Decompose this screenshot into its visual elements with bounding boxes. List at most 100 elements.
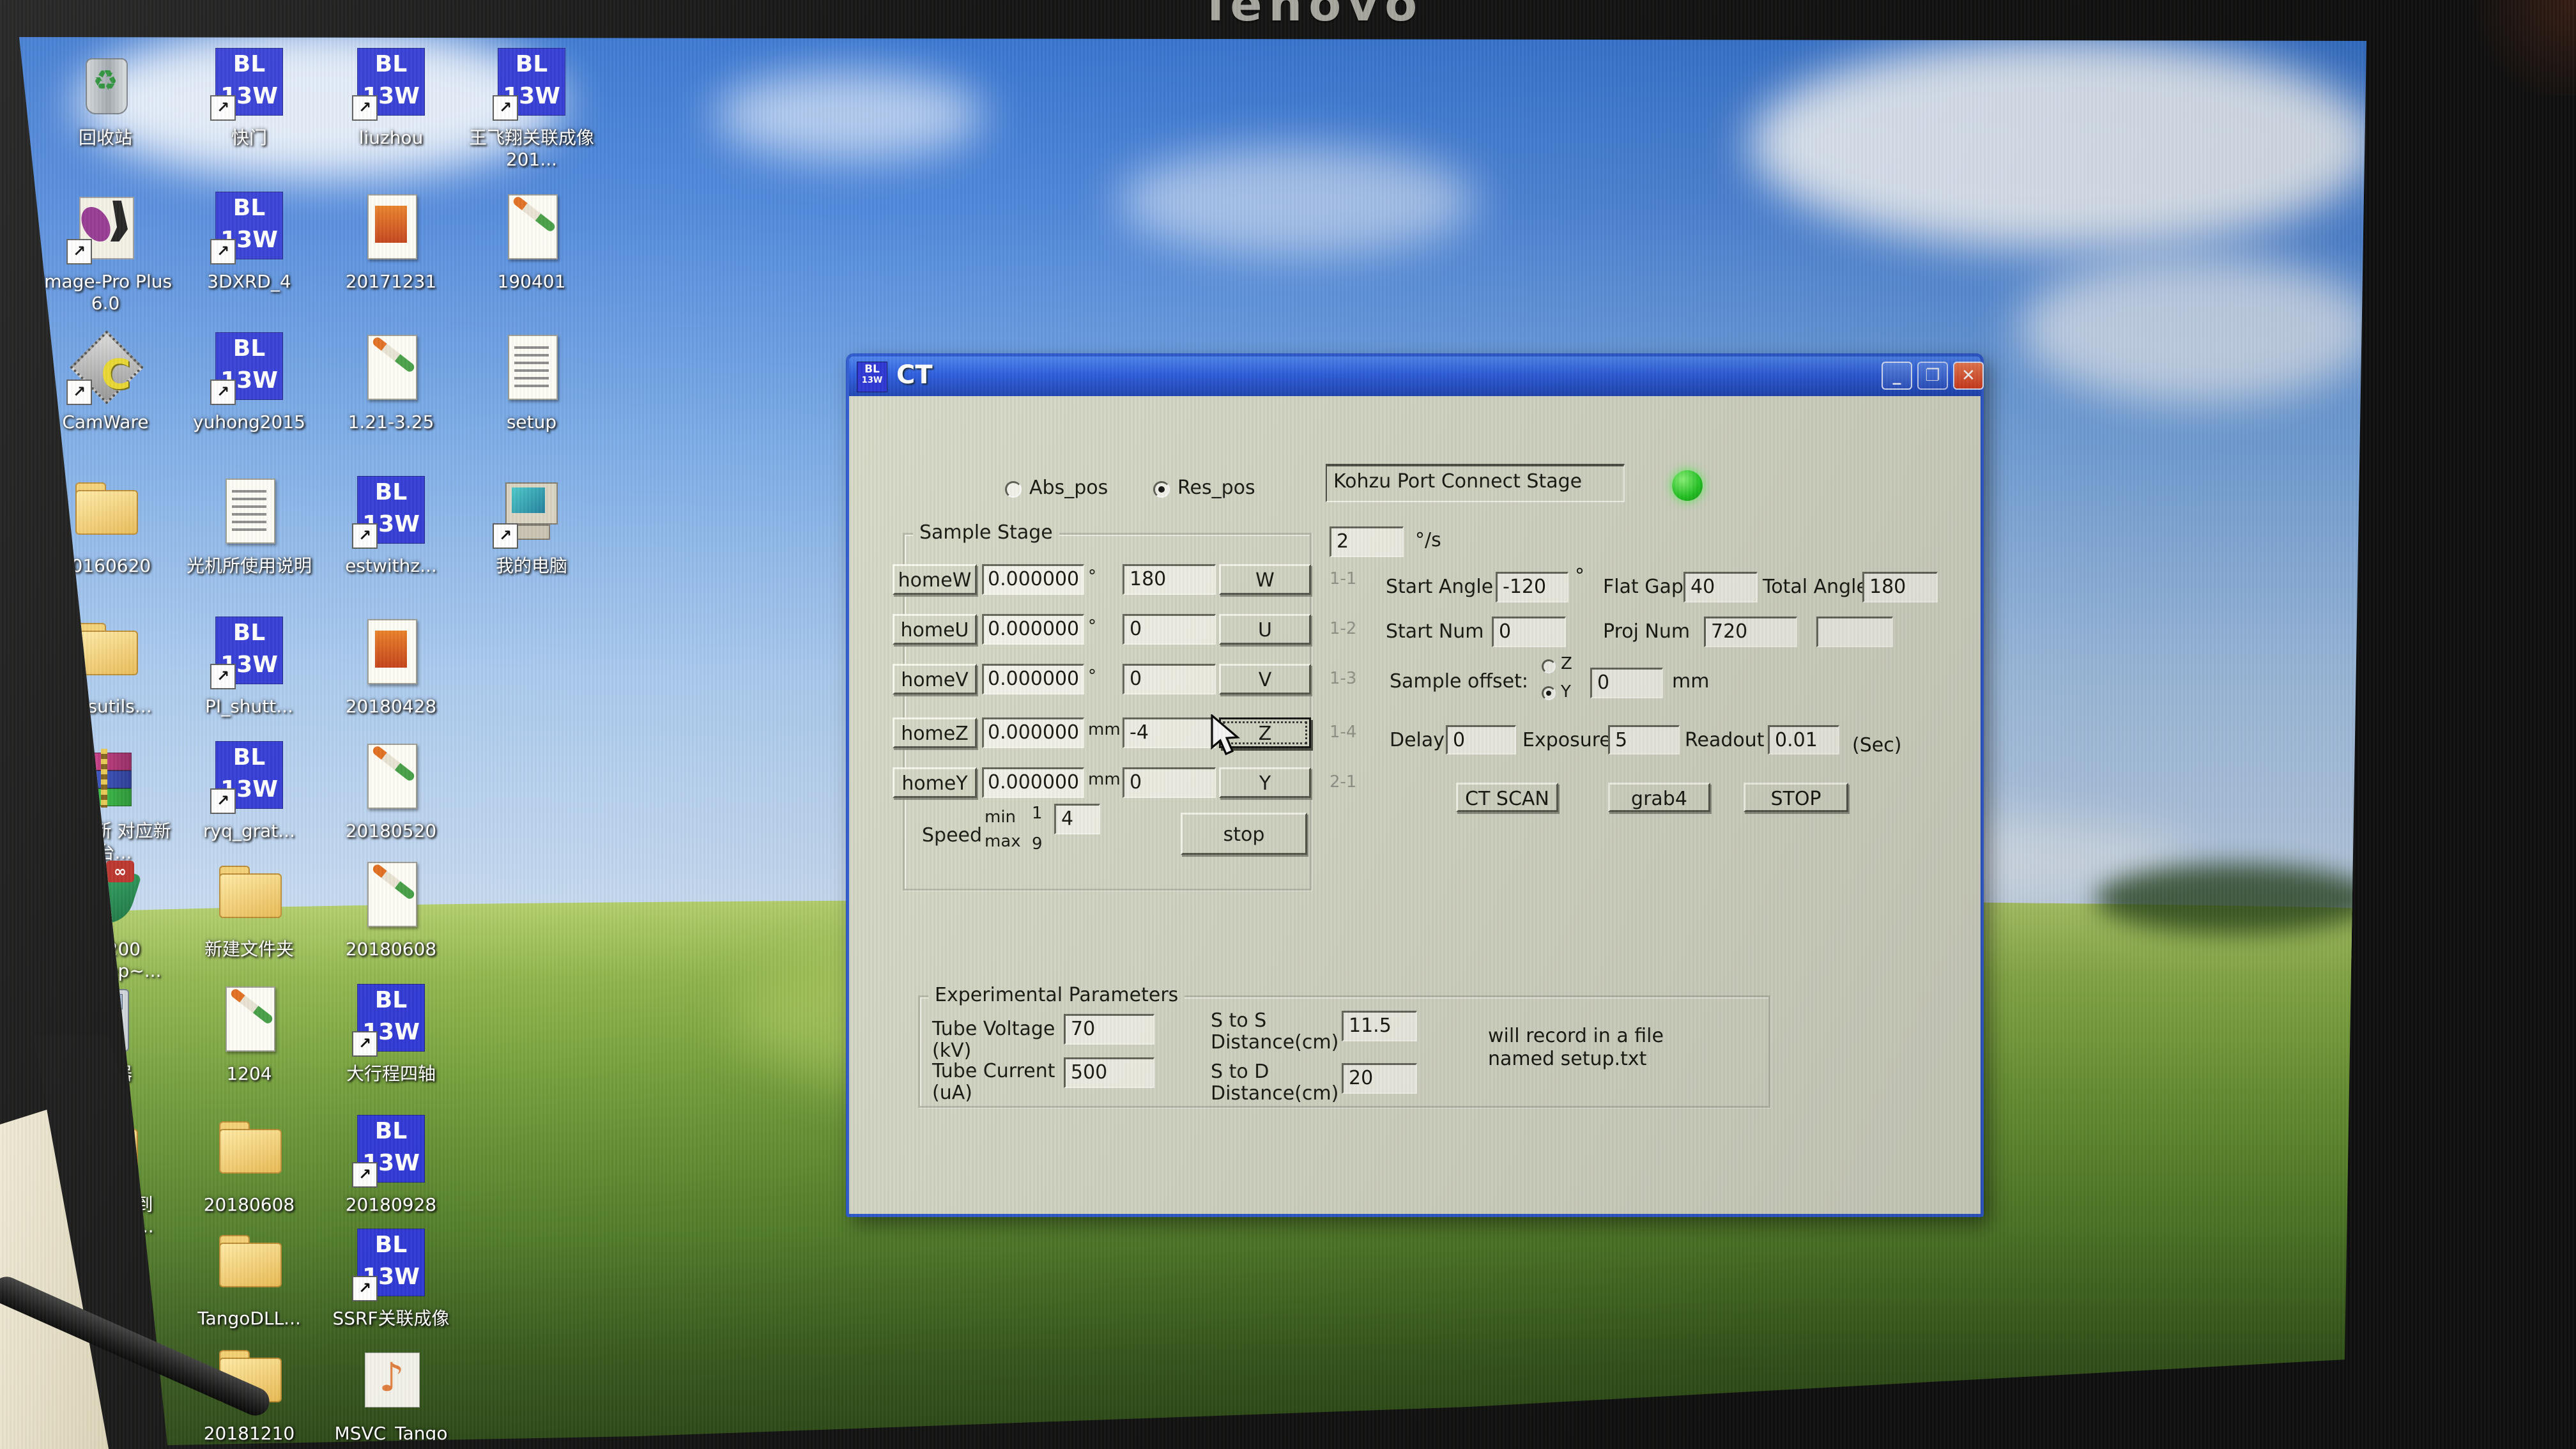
unit-label-Z: mm	[1088, 720, 1121, 739]
proj-num-input[interactable]: 720	[1704, 617, 1797, 647]
tube-voltage-input[interactable]: 70	[1064, 1014, 1154, 1045]
ct-window: BL 13W CT _ ❐ ✕ Abs_pos Res_pos Kohzu Po…	[846, 353, 1984, 1217]
desktop-icon[interactable]: 20171231	[319, 192, 463, 293]
desktop-icon-label: TangoDLL...	[178, 1308, 321, 1330]
shortcut-arrow-badge: ↗	[493, 95, 518, 121]
target-input-U[interactable]: 0	[1123, 614, 1216, 645]
total-angle-label: Total Angle	[1763, 576, 1868, 598]
offset-y-radio[interactable]	[1542, 686, 1556, 700]
desktop-icon[interactable]: 20180428	[319, 617, 463, 717]
stop-scan-button[interactable]: STOP	[1744, 783, 1848, 812]
wall-corner	[2455, 0, 2576, 96]
rot-speed-input[interactable]: 2	[1330, 526, 1404, 557]
readout-input[interactable]: 0.01	[1768, 725, 1839, 755]
grab4-button[interactable]: grab4	[1608, 783, 1710, 812]
desktop-icon[interactable]: 连续判断 对应新转台...	[34, 741, 177, 864]
desktop-icon-label: PI_shutt...	[178, 696, 321, 717]
flat-gap-input[interactable]: 40	[1683, 572, 1758, 602]
offset-value-input[interactable]: 0	[1590, 668, 1663, 698]
desktop-icon[interactable]: BL13W↗ SSRF关联成像	[319, 1229, 463, 1330]
start-num-input[interactable]: 0	[1492, 617, 1566, 647]
desktop-icon[interactable]: setup	[460, 332, 603, 433]
move-Y-button[interactable]: Y	[1219, 767, 1311, 798]
extra-num-input[interactable]	[1816, 617, 1893, 647]
target-input-Z[interactable]: -4	[1123, 717, 1216, 748]
abs-pos-radio[interactable]	[1005, 481, 1022, 498]
speed-input[interactable]: 4	[1054, 804, 1100, 834]
delay-input[interactable]: 0	[1446, 725, 1516, 755]
kohzu-connect-button[interactable]: Kohzu Port Connect Stage	[1326, 464, 1625, 502]
desktop-icon[interactable]: BL13W↗ PI_shutt...	[178, 617, 321, 717]
desktop-icon[interactable]: ∞↗ RSC200 NewStep~...	[34, 859, 177, 982]
sts-label-1: S to S	[1211, 1009, 1266, 1032]
desktop-icon[interactable]: BL13W↗ liuzhou	[319, 48, 463, 149]
tube-current-input[interactable]: 500	[1064, 1057, 1154, 1088]
desktop-icon-label: 20180520	[319, 820, 463, 842]
desktop-icon[interactable]: BL13W↗ 大行程四轴	[319, 984, 463, 1085]
maximize-button[interactable]: ❐	[1917, 362, 1948, 390]
home-Y-button[interactable]: homeY	[893, 767, 977, 798]
move-V-button[interactable]: V	[1219, 664, 1311, 694]
axis-index-label: 1-3	[1330, 669, 1356, 688]
minimize-button[interactable]: _	[1882, 362, 1912, 390]
desktop-icon[interactable]: 20180608	[319, 859, 463, 960]
desktop-icon[interactable]: BL13W↗ ryq_grat...	[178, 741, 321, 842]
ct-scan-button[interactable]: CT SCAN	[1456, 783, 1558, 812]
close-button[interactable]: ✕	[1953, 362, 1984, 390]
desktop-icon-label: 快门	[178, 127, 321, 149]
ct-window-titlebar[interactable]: BL 13W CT _ ❐ ✕	[849, 356, 1981, 396]
offset-z-radio[interactable]	[1542, 659, 1556, 673]
desktop-icon[interactable]: C↗ CamWare	[34, 332, 177, 433]
move-W-button[interactable]: W	[1219, 564, 1311, 595]
exposure-input[interactable]: 5	[1608, 725, 1680, 755]
stop-motion-button[interactable]: stop	[1181, 813, 1307, 855]
home-V-button[interactable]: homeV	[893, 664, 977, 694]
move-U-button[interactable]: U	[1219, 614, 1311, 645]
desktop-icon[interactable]: 20180520	[319, 741, 463, 842]
monitor-brand-logo: lenovo	[1169, 0, 1655, 29]
sample-offset-label: Sample offset:	[1390, 670, 1528, 693]
desktop-icon[interactable]: 20160620	[34, 476, 177, 577]
target-input-Y[interactable]: 0	[1123, 767, 1216, 798]
start-angle-input[interactable]: -120	[1496, 572, 1568, 602]
home-Z-button[interactable]: homeZ	[893, 717, 977, 748]
target-input-W[interactable]: 180	[1123, 564, 1216, 595]
desktop-icon[interactable]: ↗ Image-Pro Plus 6.0	[34, 192, 177, 314]
desktop-icon[interactable]: mdsutils...	[34, 617, 177, 717]
sts-input[interactable]: 11.5	[1342, 1011, 1417, 1041]
desktop-icon-label: CamWare	[34, 411, 177, 433]
desktop-icon-label: 190401	[460, 271, 603, 293]
desktop-icon-label: 3DXRD_4	[178, 271, 321, 293]
desktop-icon[interactable]: ↗ 我的电脑	[460, 476, 603, 577]
desktop-icon-label: 1204	[178, 1063, 321, 1085]
home-W-button[interactable]: homeW	[893, 564, 977, 595]
desktop-icon[interactable]: BL13W↗ 快门	[178, 48, 321, 149]
desktop-icon[interactable]: TangoDLL...	[178, 1229, 321, 1330]
desktop-icon-label: 20180608	[319, 939, 463, 960]
speed-max-value: 9	[1032, 834, 1043, 854]
desktop-icon[interactable]: 1204	[178, 984, 321, 1085]
desktop-icon[interactable]: 190401	[460, 192, 603, 293]
proj-num-label: Proj Num	[1603, 620, 1690, 643]
std-input[interactable]: 20	[1342, 1063, 1417, 1094]
desktop-icon[interactable]: BL13W↗ 王飞翔关联成像201...	[460, 48, 603, 171]
res-pos-radio[interactable]	[1153, 481, 1170, 498]
start-angle-label: Start Angle	[1386, 576, 1493, 598]
desktop-icon[interactable]: BL13W↗ estwithz...	[319, 476, 463, 577]
desktop-icon[interactable]: BL13W↗ yuhong2015	[178, 332, 321, 433]
total-angle-input[interactable]: 180	[1862, 572, 1938, 602]
desktop-icon-label: 新建文件夹	[178, 939, 321, 960]
desktop-icon[interactable]: ♻ 回收站	[34, 48, 177, 149]
desktop-icon[interactable]: 1.21-3.25	[319, 332, 463, 433]
rot-speed-unit: °/s	[1415, 529, 1441, 551]
target-input-V[interactable]: 0	[1123, 664, 1216, 694]
desktop-icon[interactable]: 20180608	[178, 1115, 321, 1216]
position-display-Z: 0.000000	[982, 717, 1084, 748]
desktop-icon-label: 连续判断 对应新转台...	[34, 820, 177, 864]
desktop-icon[interactable]: BL13W↗ 20180928	[319, 1115, 463, 1216]
desktop-icon[interactable]: 新建文件夹	[178, 859, 321, 960]
home-U-button[interactable]: homeU	[893, 614, 977, 645]
desktop-icon[interactable]: BL13W↗ 3DXRD_4	[178, 192, 321, 293]
desktop-icon[interactable]: 光机所使用说明	[178, 476, 321, 577]
desktop-icon[interactable]: ♪ MSVC_Tango	[319, 1344, 463, 1445]
